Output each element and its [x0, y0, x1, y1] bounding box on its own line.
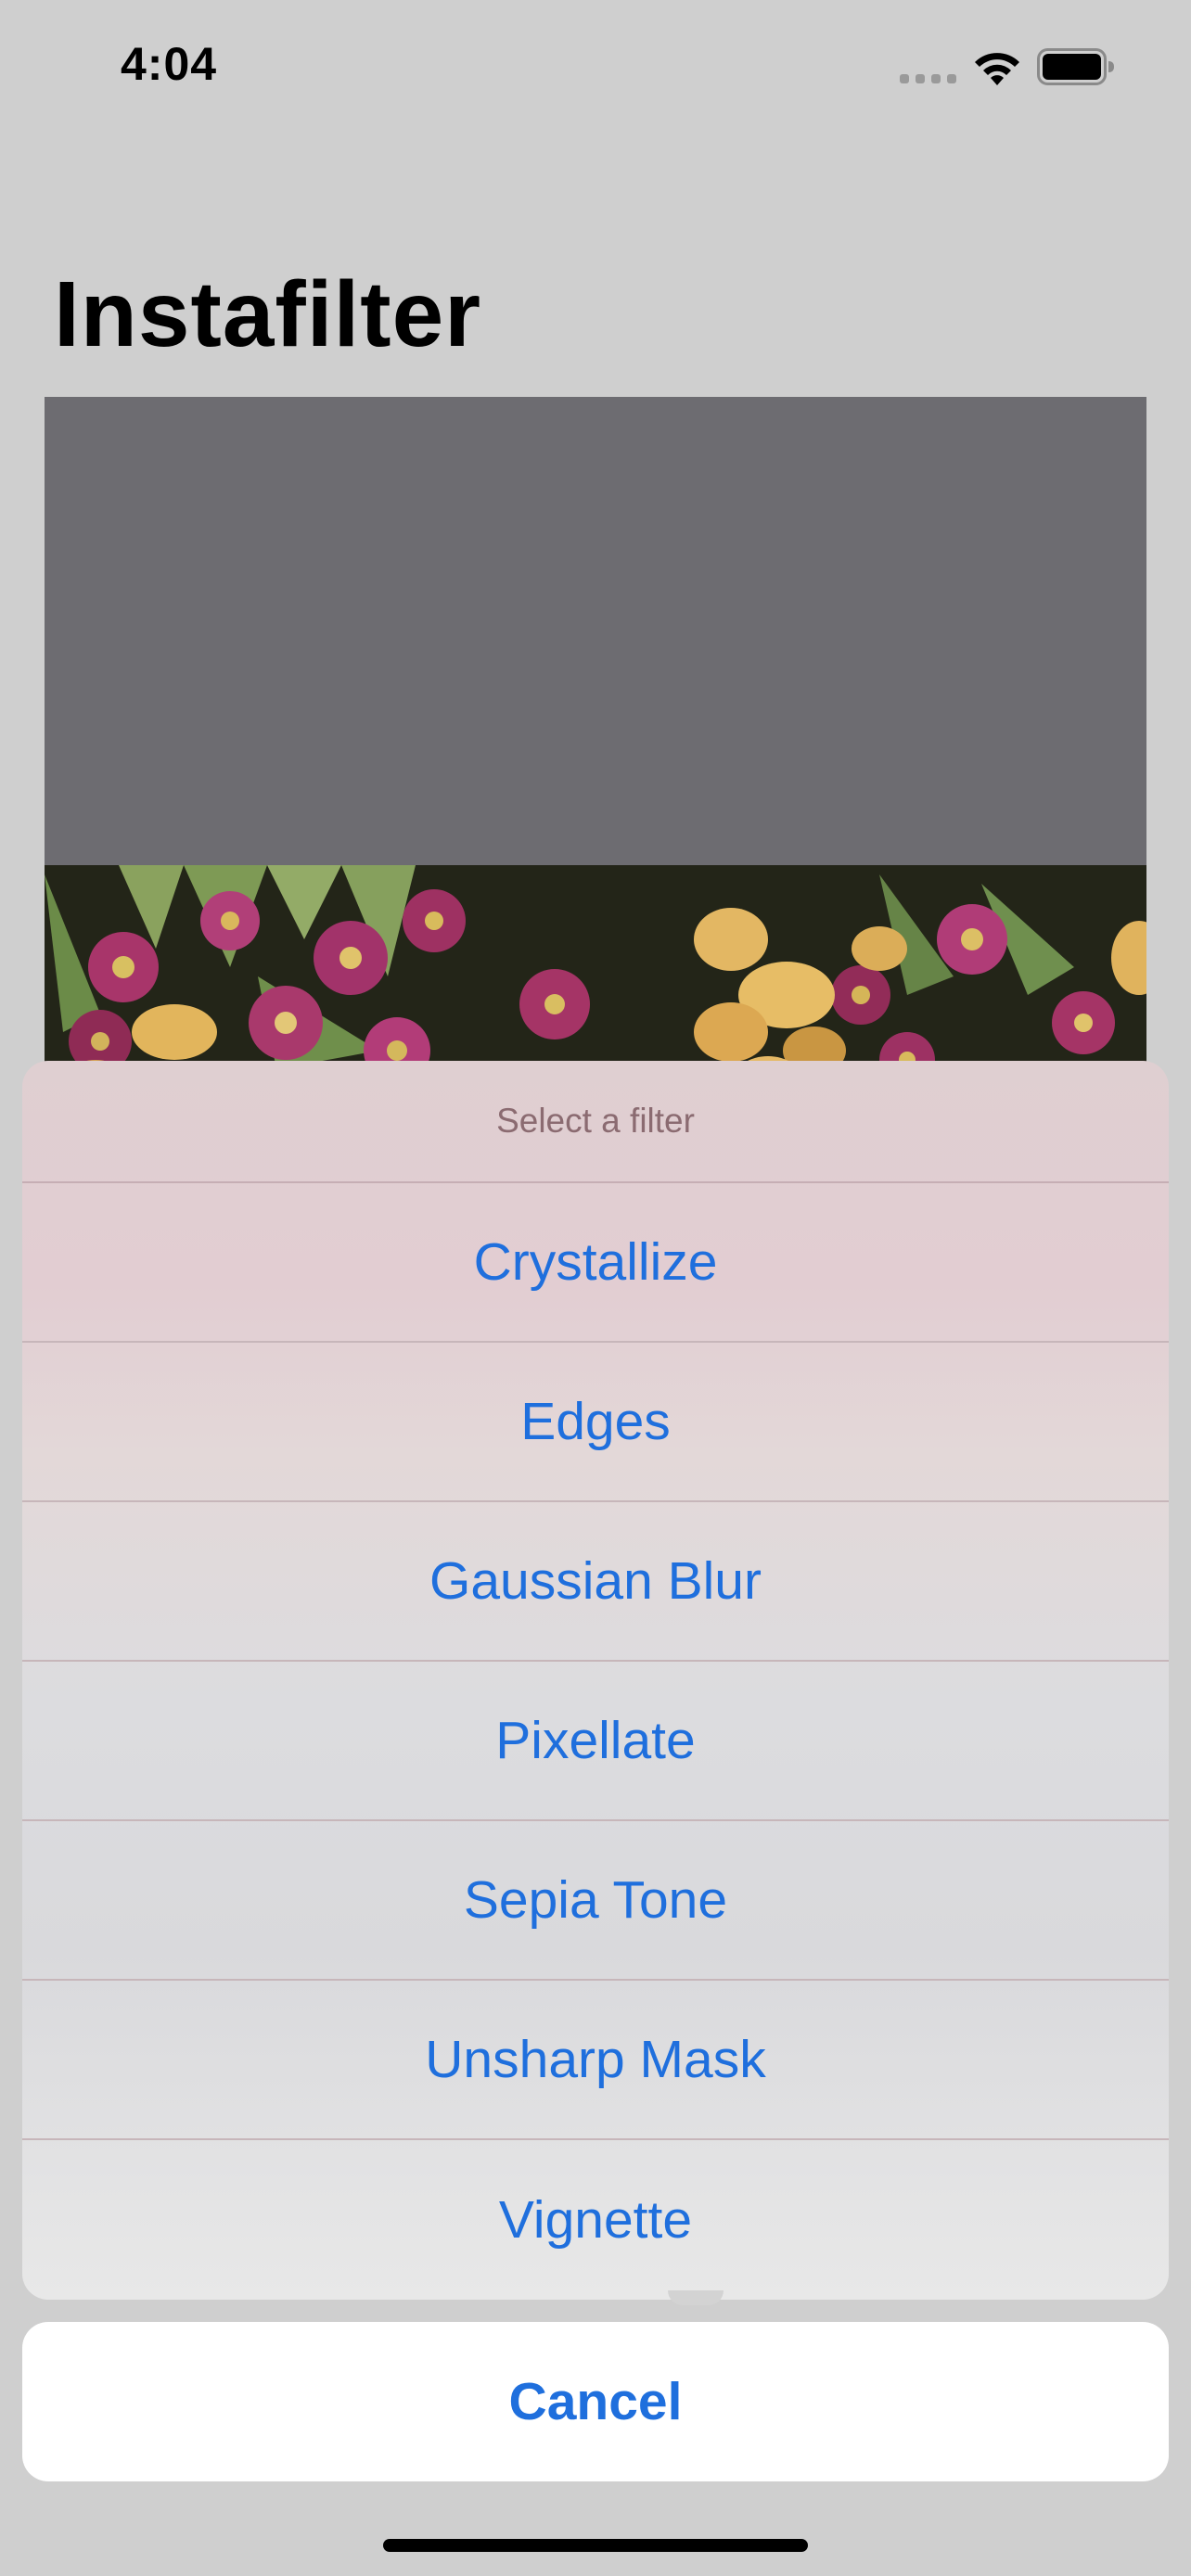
action-sheet-title: Select a filter [496, 1102, 695, 1140]
filter-option-label: Sepia Tone [463, 1870, 728, 1930]
action-sheet-header: Select a filter [22, 1061, 1169, 1183]
filter-option-edges[interactable]: Edges [22, 1343, 1169, 1502]
home-indicator[interactable] [383, 2539, 808, 2552]
status-bar: 4:04 [0, 0, 1191, 130]
filter-option-crystallize[interactable]: Crystallize [22, 1183, 1169, 1343]
filter-option-label: Edges [520, 1392, 671, 1451]
status-time: 4:04 [121, 38, 218, 90]
signal-icon [900, 74, 957, 83]
filter-option-label: Crystallize [473, 1232, 718, 1292]
filter-option-unsharp-mask[interactable]: Unsharp Mask [22, 1981, 1169, 2140]
filter-option-label: Unsharp Mask [425, 2030, 766, 2089]
filter-option-label: Gaussian Blur [429, 1551, 762, 1611]
wifi-icon [975, 53, 1019, 85]
cancel-button[interactable]: Cancel [22, 2322, 1169, 2481]
filter-option-label: Pixellate [495, 1711, 696, 1770]
filter-option-sepia-tone[interactable]: Sepia Tone [22, 1821, 1169, 1981]
filter-option-gaussian-blur[interactable]: Gaussian Blur [22, 1502, 1169, 1662]
filter-option-pixellate[interactable]: Pixellate [22, 1662, 1169, 1821]
filter-action-sheet: Select a filter Crystallize Edges Gaussi… [22, 1061, 1169, 2300]
filter-option-label: Vignette [498, 2190, 693, 2250]
battery-icon [1037, 48, 1114, 85]
cancel-label: Cancel [508, 2372, 683, 2431]
underlying-control-knob [668, 2290, 724, 2305]
page-title: Instafilter [54, 262, 482, 366]
filter-option-vignette[interactable]: Vignette [22, 2140, 1169, 2300]
